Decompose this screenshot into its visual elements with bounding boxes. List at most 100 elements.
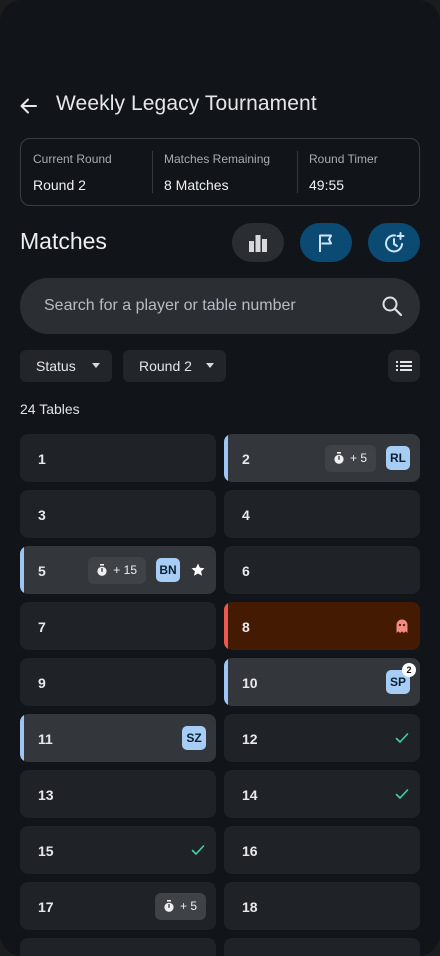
time-extension-text: + 5 bbox=[179, 899, 197, 913]
stopwatch-icon bbox=[333, 451, 345, 465]
round-filter-label: Round 2 bbox=[139, 358, 192, 374]
table-number: 14 bbox=[242, 787, 258, 803]
table-card[interactable]: 14 bbox=[224, 770, 420, 818]
judge-initials-badge: RL bbox=[386, 446, 410, 470]
judge-initials-badge: SZ bbox=[182, 726, 206, 750]
time-extension-badge: + 5 bbox=[154, 892, 206, 920]
active-indicator bbox=[224, 658, 228, 706]
table-status-area: + 5 bbox=[154, 882, 206, 930]
table-number: 3 bbox=[38, 507, 46, 523]
round-summary-card: Current Round Round 2 Matches Remaining … bbox=[20, 138, 420, 206]
matches-remaining-stat: Matches Remaining 8 Matches bbox=[152, 139, 297, 205]
status-filter-dropdown[interactable]: Status bbox=[20, 350, 112, 382]
list-icon bbox=[396, 360, 412, 372]
table-status-area bbox=[190, 826, 206, 874]
table-number: 4 bbox=[242, 507, 250, 523]
checkmark-icon bbox=[394, 730, 410, 746]
table-card[interactable]: 16 bbox=[224, 826, 420, 874]
table-number: 11 bbox=[38, 731, 53, 747]
table-card[interactable]: 18 bbox=[224, 882, 420, 930]
tables-count: 24 Tables bbox=[20, 401, 80, 417]
judge-initials: RL bbox=[390, 451, 406, 465]
table-card[interactable]: 3 bbox=[20, 490, 216, 538]
table-card[interactable]: 20 bbox=[224, 938, 420, 956]
current-round-stat: Current Round Round 2 bbox=[21, 139, 152, 205]
table-status-area: SZ bbox=[182, 714, 206, 762]
time-extension-badge: + 15 bbox=[88, 556, 146, 584]
stat-value: 8 Matches bbox=[164, 177, 229, 193]
add-time-button[interactable] bbox=[368, 223, 420, 262]
table-status-area: SP 2 bbox=[386, 658, 416, 706]
judge-initials-badge: SP 2 bbox=[386, 663, 416, 694]
table-card[interactable]: 9 bbox=[20, 658, 216, 706]
search-input[interactable]: Search for a player or table number bbox=[20, 278, 420, 334]
status-filter-label: Status bbox=[36, 358, 76, 374]
time-extension-badge: + 5 bbox=[324, 444, 376, 472]
table-card[interactable]: 15 bbox=[20, 826, 216, 874]
judge-initials-badge: BN bbox=[156, 558, 180, 582]
table-status-area: + 15 BN bbox=[88, 546, 206, 594]
table-card[interactable]: 6 bbox=[224, 546, 420, 594]
table-number: 15 bbox=[38, 843, 54, 859]
table-card[interactable]: 7 bbox=[20, 602, 216, 650]
flag-icon bbox=[316, 233, 336, 253]
ghost-icon bbox=[394, 618, 410, 634]
stat-label: Round Timer bbox=[309, 152, 378, 166]
table-card[interactable]: 8 bbox=[224, 602, 420, 650]
table-status-area bbox=[394, 770, 410, 818]
table-card[interactable]: 17 + 5 bbox=[20, 882, 216, 930]
arrow-left-icon[interactable] bbox=[16, 94, 40, 118]
stat-label: Matches Remaining bbox=[164, 152, 271, 166]
table-number: 2 bbox=[242, 451, 250, 467]
alert-indicator bbox=[224, 602, 228, 650]
table-card[interactable]: 4 bbox=[224, 490, 420, 538]
table-status-area: + 5 RL bbox=[324, 434, 410, 482]
table-number: 18 bbox=[242, 899, 258, 915]
table-card[interactable]: 12 bbox=[224, 714, 420, 762]
table-number: 8 bbox=[242, 619, 250, 635]
table-card[interactable]: 13 bbox=[20, 770, 216, 818]
table-card[interactable]: 2 + 5 RL bbox=[224, 434, 420, 482]
table-number: 9 bbox=[38, 675, 46, 691]
notification-count-badge: 2 bbox=[402, 663, 416, 677]
table-card[interactable]: 1 bbox=[20, 434, 216, 482]
table-card[interactable]: 10 SP 2 bbox=[224, 658, 420, 706]
end-round-button[interactable] bbox=[300, 223, 352, 262]
active-indicator bbox=[20, 714, 24, 762]
time-extension-text: + 15 bbox=[113, 563, 137, 577]
table-card[interactable]: 11 SZ bbox=[20, 714, 216, 762]
table-number: 6 bbox=[242, 563, 250, 579]
table-number: 12 bbox=[242, 731, 258, 747]
bar-chart-icon bbox=[247, 233, 269, 253]
judge-initials: SZ bbox=[186, 731, 202, 745]
stat-value: Round 2 bbox=[33, 177, 86, 193]
table-card[interactable]: 19 bbox=[20, 938, 216, 956]
table-number: 13 bbox=[38, 787, 54, 803]
chevron-down-icon bbox=[92, 363, 100, 368]
table-number: 5 bbox=[38, 563, 46, 579]
table-status-area bbox=[394, 714, 410, 762]
active-indicator bbox=[224, 434, 228, 482]
judge-initials: SP bbox=[389, 675, 406, 689]
stat-value: 49:55 bbox=[309, 177, 345, 193]
checkmark-icon bbox=[190, 842, 206, 858]
judge-initials: BN bbox=[159, 563, 177, 577]
timer-add-icon bbox=[383, 231, 405, 254]
stopwatch-icon bbox=[96, 563, 108, 577]
table-number: 10 bbox=[242, 675, 258, 691]
round-filter-dropdown[interactable]: Round 2 bbox=[123, 350, 226, 382]
section-title: Matches bbox=[20, 228, 107, 254]
table-number: 7 bbox=[38, 619, 46, 635]
stat-label: Current Round bbox=[33, 152, 112, 166]
checkmark-icon bbox=[394, 786, 410, 802]
standings-button[interactable] bbox=[232, 223, 284, 262]
table-number: 16 bbox=[242, 843, 258, 859]
table-card[interactable]: 5 + 15 BN bbox=[20, 546, 216, 594]
time-extension-text: + 5 bbox=[349, 451, 367, 465]
star-icon bbox=[190, 562, 206, 578]
list-view-button[interactable] bbox=[388, 350, 420, 382]
search-placeholder: Search for a player or table number bbox=[44, 297, 296, 314]
search-icon[interactable] bbox=[380, 294, 404, 318]
active-indicator bbox=[20, 546, 24, 594]
table-number: 17 bbox=[38, 899, 54, 915]
